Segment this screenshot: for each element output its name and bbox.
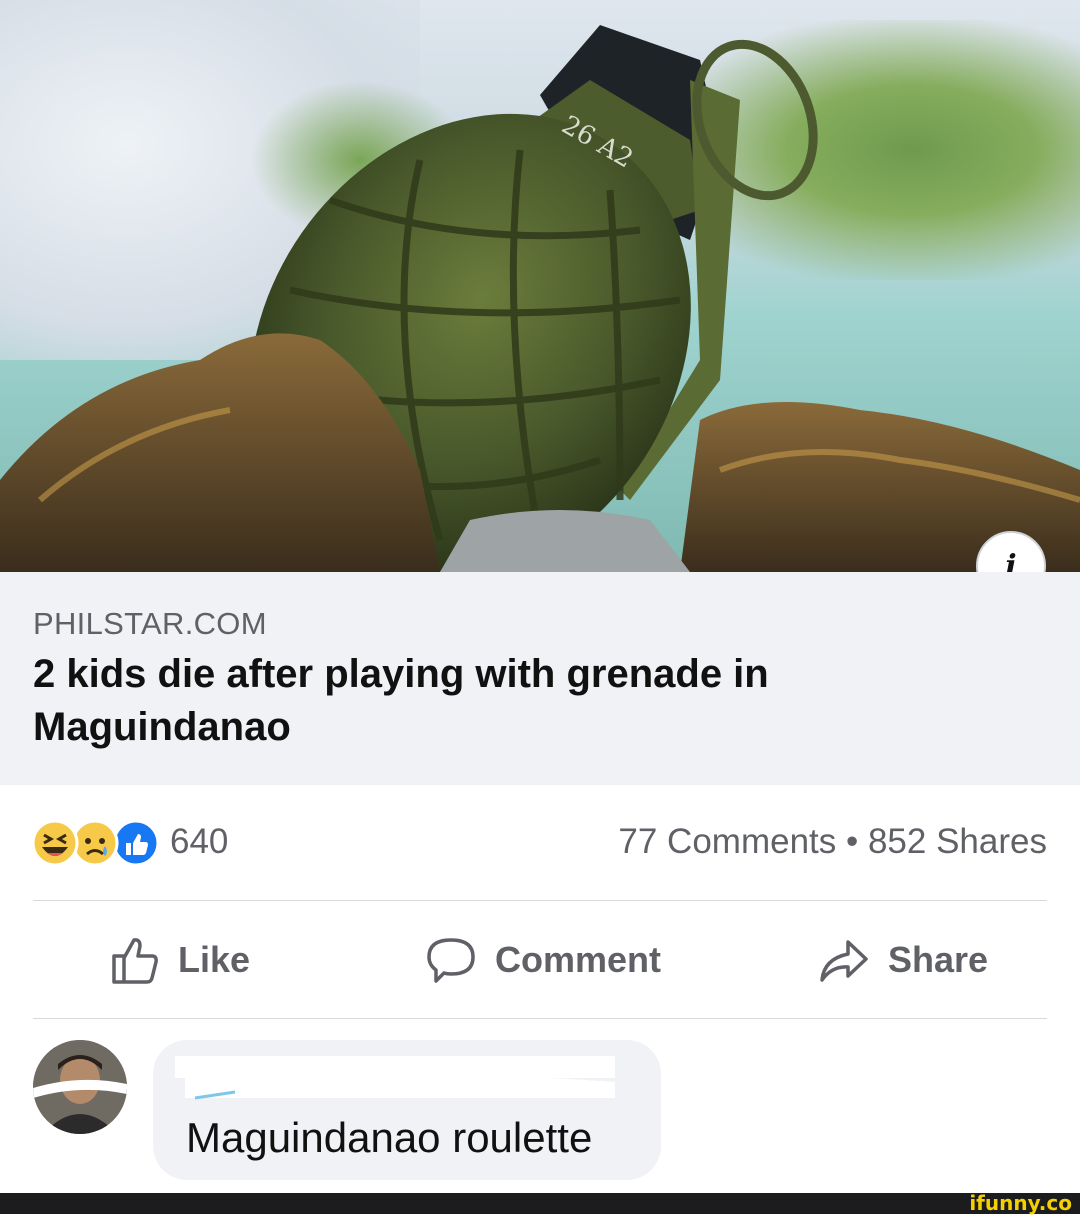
grenade-photo: 26 A2 xyxy=(0,25,1080,572)
comments-shares-count[interactable]: 77 Comments • 852 Shares xyxy=(618,822,1047,862)
haha-icon xyxy=(31,819,79,867)
commenter-name-redacted xyxy=(175,1046,625,1102)
avatar[interactable] xyxy=(33,1040,127,1134)
share-button[interactable]: Share xyxy=(818,928,988,992)
link-title[interactable]: 2 kids die after playing with grenade in… xyxy=(33,648,963,754)
like-label: Like xyxy=(178,939,251,980)
divider xyxy=(33,1018,1047,1019)
like-icon xyxy=(112,938,158,984)
comment-label: Comment xyxy=(495,939,662,980)
comment-icon xyxy=(427,938,475,983)
sad-icon xyxy=(71,819,119,867)
reaction-icons[interactable] xyxy=(31,819,163,867)
share-label: Share xyxy=(888,939,989,980)
like-icon xyxy=(112,819,160,867)
ifunny-watermark: ifunny.co xyxy=(969,1191,1072,1215)
reaction-count[interactable]: 640 xyxy=(170,822,228,862)
divider xyxy=(33,900,1047,901)
comment-button[interactable]: Comment xyxy=(425,928,661,992)
link-preview-image[interactable]: 26 A2 xyxy=(0,0,1080,572)
like-button[interactable]: Like xyxy=(110,928,250,992)
footer-bar xyxy=(0,1193,1080,1214)
comment-text: Maguindanao roulette xyxy=(186,1114,593,1161)
link-domain: PHILSTAR.COM xyxy=(33,606,267,641)
share-icon xyxy=(820,940,868,982)
